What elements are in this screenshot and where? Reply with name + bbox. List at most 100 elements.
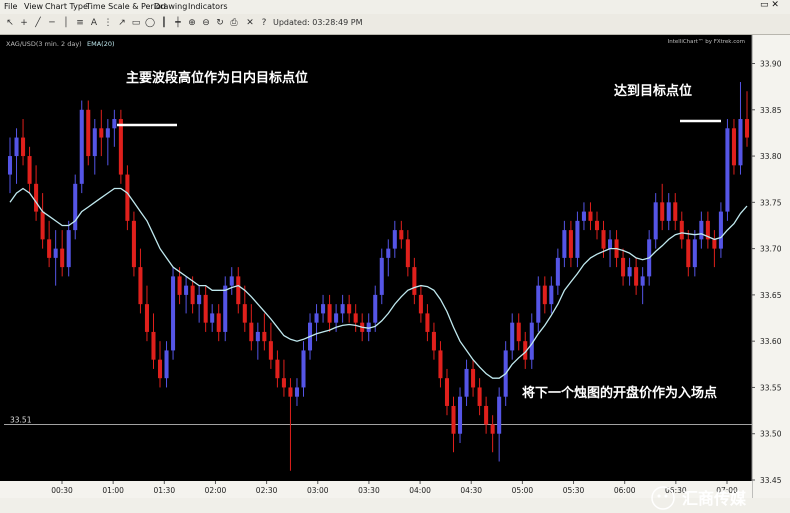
arrow-tool-icon[interactable]: ↗	[116, 17, 128, 30]
candle-body	[314, 313, 319, 323]
y-tick-label: 33.60	[760, 337, 782, 346]
candle-body	[321, 304, 326, 314]
chart-credit: IntelliChart™ by FXtrek.com	[668, 38, 745, 45]
candle-body	[510, 322, 515, 351]
x-tick-label: 01:30	[153, 486, 175, 495]
candle-body	[379, 257, 384, 295]
x-tick-label: 05:00	[512, 486, 534, 495]
vline-tool-icon[interactable]: │	[60, 17, 72, 30]
zoom-in-icon[interactable]: ⊕	[186, 17, 198, 30]
pointer-icon[interactable]: ↖	[4, 17, 16, 30]
candle-body	[327, 304, 332, 323]
crosshair-icon[interactable]: +	[18, 17, 30, 30]
y-tick-label: 33.80	[760, 152, 782, 161]
candle-body	[294, 387, 299, 397]
candle-body	[184, 285, 189, 295]
bar-icon[interactable]: ┿	[172, 17, 184, 30]
candle-body	[653, 202, 658, 240]
candle-body	[451, 405, 456, 434]
window-controls[interactable]: ▭ ✕	[760, 0, 779, 10]
menu-view[interactable]: View	[24, 2, 43, 11]
candle-body	[7, 156, 13, 175]
candle-body	[157, 359, 163, 379]
candle-body	[431, 331, 436, 351]
watermark-text: 汇商传媒	[682, 489, 747, 508]
candle-body	[47, 239, 52, 258]
ema-legend-label: EMA(20)	[87, 40, 115, 48]
candle-body	[640, 276, 645, 286]
x-tick-label: 06:00	[614, 486, 636, 495]
candle-body	[686, 239, 691, 268]
updated-time: Updated: 03:28:49 PM	[273, 18, 363, 27]
candle-body	[281, 378, 286, 388]
candle-body	[438, 350, 443, 379]
refresh-icon[interactable]: ↻	[214, 17, 226, 30]
candle-body	[405, 239, 410, 268]
candle-body	[164, 350, 169, 379]
y-tick-label: 33.50	[760, 430, 782, 439]
candle-body	[581, 211, 586, 221]
candle-body	[458, 396, 463, 434]
candle-body	[73, 183, 78, 231]
x-tick-label: 02:30	[256, 486, 278, 495]
x-tick-label: 03:30	[358, 486, 380, 495]
candle-body	[301, 350, 306, 388]
delete-icon[interactable]: ✕	[244, 17, 256, 30]
channel-tool-icon[interactable]: ≡	[74, 17, 86, 30]
y-tick-label: 33.65	[760, 291, 782, 300]
price-chart[interactable]: 33.4533.5033.5533.6033.6533.7033.7533.80…	[0, 35, 790, 498]
help-icon[interactable]: ?	[258, 17, 270, 30]
candle-body	[679, 220, 684, 240]
zoom-out-icon[interactable]: ⊖	[200, 17, 212, 30]
toolbar: ↖ + ╱ ─ │ ≡ A ⋮ ↗ ▭ ◯ ┃ ┿ ⊕ ⊖ ↻ ⎙ ✕ ? Up…	[0, 14, 790, 35]
candle-body	[229, 276, 234, 286]
x-tick-label: 01:00	[102, 486, 124, 495]
chart-window[interactable]: 33.45 33.50 33.55 33.60 33.65 33.70 33.75 33.80…	[0, 35, 790, 510]
candle-body	[673, 202, 678, 221]
candle-body	[34, 183, 39, 212]
candle-body	[242, 304, 247, 323]
watermark-logo: 汇商传媒	[651, 486, 747, 510]
level-label: 33.51	[10, 415, 32, 424]
candle-body	[392, 230, 397, 249]
rect-tool-icon[interactable]: ▭	[130, 17, 142, 30]
menu-indicators[interactable]: Indicators	[188, 2, 228, 11]
candle-body	[144, 304, 149, 332]
candle-body	[621, 257, 626, 277]
candle-icon[interactable]: ┃	[158, 17, 170, 30]
chart-symbol-label: XAG/USD(3 min. 2 day)	[6, 40, 82, 48]
hline-tool-icon[interactable]: ─	[46, 17, 58, 30]
candle-body	[112, 119, 117, 129]
candle-body	[712, 239, 717, 249]
candle-body	[14, 137, 19, 157]
candle-body	[601, 230, 606, 249]
candle-body	[660, 202, 665, 221]
candle-body	[634, 267, 639, 286]
candle-body	[92, 128, 97, 157]
print-icon[interactable]: ⎙	[228, 17, 240, 30]
x-tick-label: 05:30	[563, 486, 585, 495]
y-tick-label: 33.75	[760, 198, 782, 207]
ellipse-tool-icon[interactable]: ◯	[144, 17, 156, 30]
y-axis-panel	[752, 35, 790, 498]
y-tick-label: 33.70	[760, 245, 782, 254]
candle-body	[27, 156, 32, 184]
candle-body	[288, 387, 293, 397]
menu-drawing[interactable]: Drawing	[154, 2, 187, 11]
candle-body	[666, 202, 671, 221]
candle-body	[418, 294, 423, 314]
candle-body	[386, 248, 391, 258]
fib-tool-icon[interactable]: ⋮	[102, 17, 114, 30]
line-tool-icon[interactable]: ╱	[32, 17, 44, 30]
y-tick-label: 33.85	[760, 106, 782, 115]
y-tick-label: 33.55	[760, 383, 782, 392]
annotation-entry: 将下一个烛图的开盘价作为入场点	[522, 386, 718, 401]
menu-file[interactable]: File	[4, 2, 17, 11]
candle-body	[562, 230, 567, 258]
candle-body	[21, 137, 26, 157]
candle-body	[731, 128, 736, 166]
text-tool-icon[interactable]: A	[88, 17, 100, 30]
candle-body	[53, 248, 58, 258]
candle-body	[412, 267, 417, 295]
menu-chart-type[interactable]: Chart Type	[45, 2, 88, 11]
